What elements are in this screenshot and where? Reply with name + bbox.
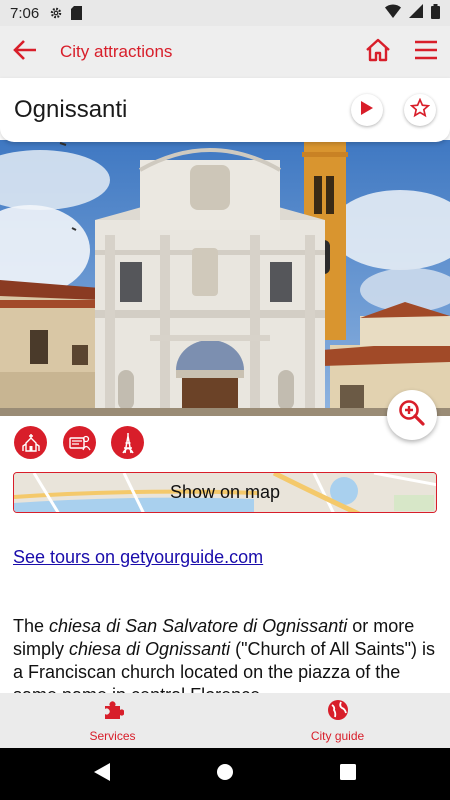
description-italic: chiesa di Ognissanti	[69, 639, 231, 659]
back-triangle-icon	[93, 762, 110, 786]
attraction-photo[interactable]	[0, 140, 450, 416]
show-on-map-label: Show on map	[169, 482, 281, 502]
museum-icon[interactable]	[63, 426, 96, 459]
home-icon	[365, 38, 391, 67]
menu-icon	[414, 40, 438, 65]
sd-card-icon	[71, 6, 83, 20]
nav-label-services: Services	[89, 728, 136, 743]
home-circle-icon	[216, 763, 234, 786]
globe-icon	[327, 699, 349, 726]
battery-icon	[431, 3, 440, 23]
star-outline-icon	[409, 97, 431, 123]
signal-icon	[409, 4, 423, 22]
play-audio-button[interactable]	[351, 94, 383, 126]
back-button[interactable]	[0, 26, 50, 78]
landmark-icon[interactable]	[111, 426, 144, 459]
getyourguide-tours-link[interactable]: See tours on getyourguide.com	[13, 547, 263, 568]
wifi-icon	[385, 4, 401, 22]
settings-icon	[49, 6, 63, 20]
show-on-map-button[interactable]: Show on map	[13, 472, 437, 513]
nav-item-services[interactable]: Services	[0, 693, 225, 748]
zoom-photo-button[interactable]	[387, 390, 437, 440]
status-time: 7:06	[10, 4, 40, 22]
system-recents-button[interactable]	[318, 748, 378, 800]
nav-label-city-guide: City guide	[310, 728, 365, 743]
system-home-button[interactable]	[195, 748, 255, 800]
bottom-navigation: Services City guide	[0, 693, 450, 748]
nav-item-city-guide[interactable]: City guide	[225, 693, 450, 748]
attraction-name: Ognissanti	[14, 96, 128, 123]
back-arrow-icon	[12, 39, 38, 66]
play-icon	[361, 100, 373, 120]
status-bar: 7:06	[0, 0, 450, 26]
system-back-button[interactable]	[72, 748, 132, 800]
church-icon[interactable]	[14, 426, 47, 459]
app-bar: City attractions	[0, 26, 450, 78]
home-button[interactable]	[354, 26, 402, 78]
zoom-in-icon	[398, 399, 426, 432]
system-navigation-bar	[0, 748, 450, 800]
description-italic: chiesa di San Salvatore di Ognissanti	[49, 616, 348, 636]
page-title: City attractions	[60, 42, 173, 61]
recents-square-icon	[340, 763, 357, 785]
favorite-button[interactable]	[404, 94, 436, 126]
puzzle-icon	[102, 699, 125, 726]
menu-button[interactable]	[402, 26, 450, 78]
description-text: The	[13, 616, 50, 636]
attraction-description: The chiesa di San Salvatore di Ognissant…	[13, 615, 437, 693]
attraction-header: Ognissanti	[0, 78, 450, 142]
